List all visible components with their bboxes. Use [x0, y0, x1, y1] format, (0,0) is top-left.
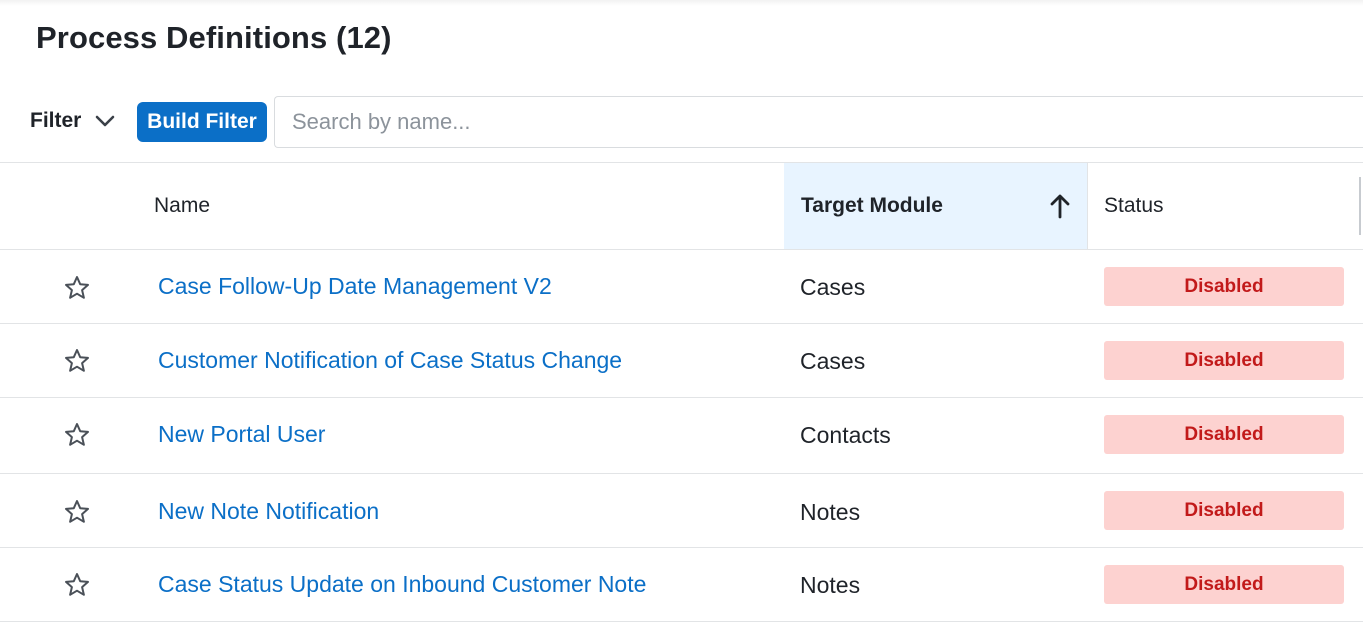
target-module-cell: Cases [800, 274, 866, 300]
target-module-cell: Cases [800, 348, 866, 374]
status-badge: Disabled [1104, 565, 1344, 604]
target-module-cell: Notes [800, 499, 861, 525]
process-name-link[interactable]: Customer Notification of Case Status Cha… [158, 347, 622, 374]
process-name-link[interactable]: Case Status Update on Inbound Customer N… [158, 571, 646, 598]
process-name-link[interactable]: New Portal User [158, 421, 325, 448]
table-row: New Note Notification Notes Disabled [0, 474, 1363, 548]
filter-toggle[interactable]: Filter [30, 106, 115, 136]
column-divider [1087, 163, 1088, 249]
status-badge: Disabled [1104, 415, 1344, 454]
status-badge: Disabled [1104, 341, 1344, 380]
process-name-link[interactable]: Case Follow-Up Date Management V2 [158, 273, 552, 300]
column-header-target-module-label: Target Module [801, 194, 943, 217]
table-row: New Portal User Contacts Disabled [0, 398, 1363, 474]
column-header-status[interactable]: Status [1104, 163, 1164, 249]
status-badge: Disabled [1104, 267, 1344, 306]
star-icon[interactable] [64, 422, 90, 447]
star-icon[interactable] [64, 572, 90, 597]
filter-label: Filter [30, 109, 82, 132]
star-icon[interactable] [64, 348, 90, 373]
search-input[interactable] [274, 96, 1363, 148]
top-shadow [0, 0, 1363, 6]
column-resize-handle[interactable] [1359, 177, 1361, 235]
process-name-link[interactable]: New Note Notification [158, 498, 379, 525]
arrow-up-icon[interactable] [1049, 193, 1071, 225]
page: Process Definitions (12) Filter Build Fi… [0, 0, 1363, 631]
page-title-text: Process Definitions [36, 20, 328, 55]
column-header-name[interactable]: Name [154, 163, 210, 249]
process-definitions-table: Name Target Module Status Case Follow-Up… [0, 162, 1363, 622]
status-badge: Disabled [1104, 491, 1344, 530]
build-filter-button[interactable]: Build Filter [137, 102, 267, 142]
chevron-down-icon[interactable] [95, 115, 115, 127]
target-module-cell: Notes [800, 572, 861, 598]
filter-bar: Filter Build Filter [0, 96, 1363, 148]
star-icon[interactable] [64, 275, 90, 300]
table-row: Customer Notification of Case Status Cha… [0, 324, 1363, 398]
record-count: (12) [336, 20, 392, 55]
star-icon[interactable] [64, 499, 90, 524]
column-header-target-module[interactable]: Target Module [784, 163, 1087, 249]
table-row: Case Status Update on Inbound Customer N… [0, 548, 1363, 622]
target-module-cell: Contacts [800, 422, 891, 448]
table-header-row: Name Target Module Status [0, 163, 1363, 250]
page-title: Process Definitions (12) [36, 20, 392, 56]
table-row: Case Follow-Up Date Management V2 Cases … [0, 250, 1363, 324]
